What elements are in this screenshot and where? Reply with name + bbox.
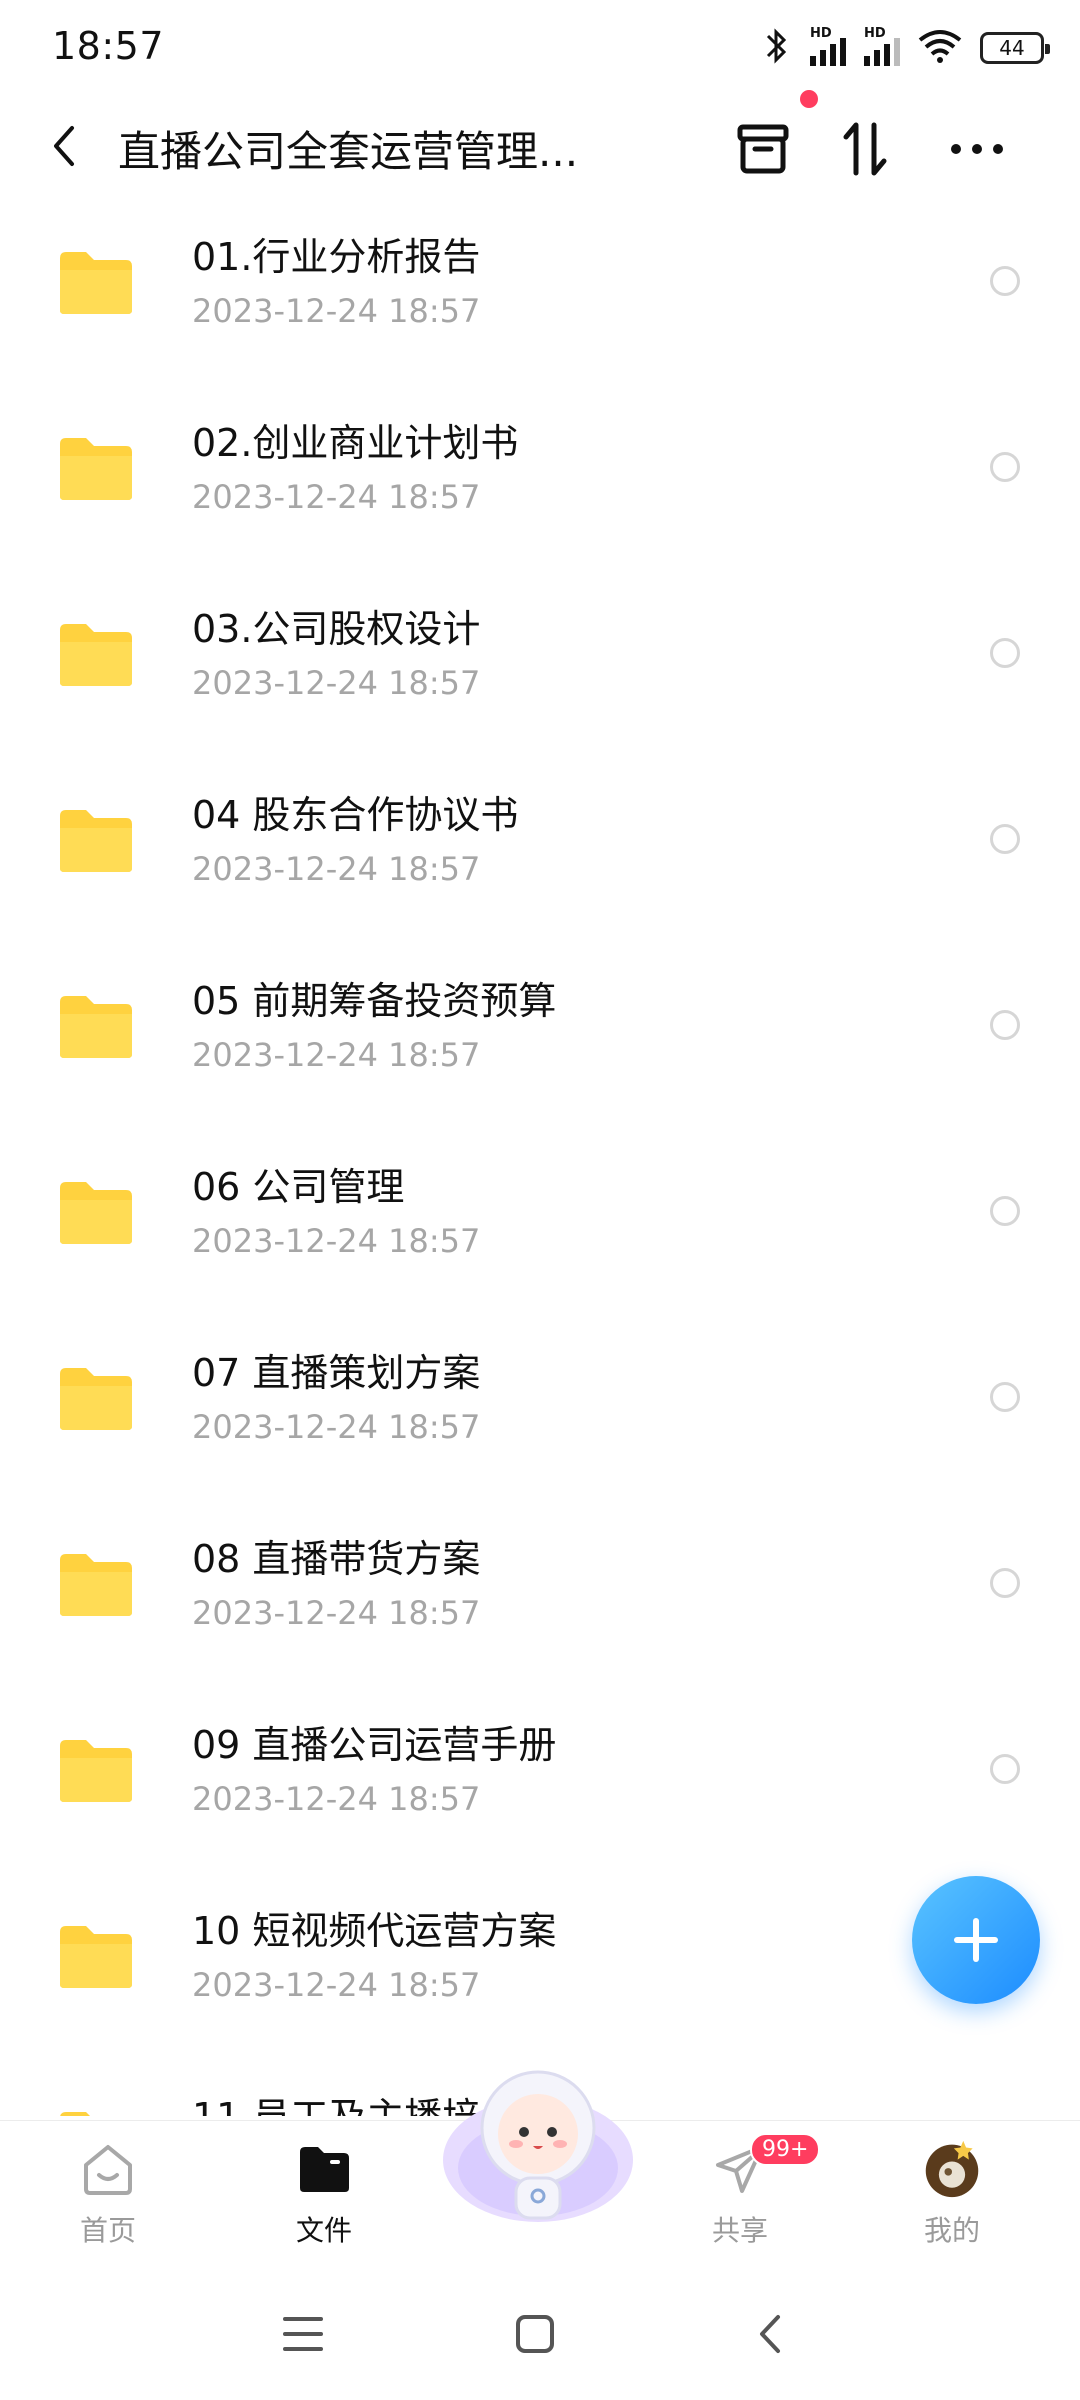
file-name: 03.公司股权设计: [192, 607, 481, 651]
list-item[interactable]: 03.公司股权设计 2023-12-24 18:57: [0, 568, 1080, 754]
sort-icon: [843, 122, 887, 176]
file-date: 2023-12-24 18:57: [192, 292, 481, 330]
wifi-icon: [918, 28, 962, 68]
file-date: 2023-12-24 18:57: [192, 850, 481, 888]
file-date: 2023-12-24 18:57: [192, 1036, 481, 1074]
file-date: 2023-12-24 18:57: [192, 478, 481, 516]
list-item[interactable]: 02.创业商业计划书 2023-12-24 18:57: [0, 382, 1080, 568]
notification-badge: 99+: [750, 2133, 821, 2166]
list-item[interactable]: 04 股东合作协议书 2023-12-24 18:57: [0, 754, 1080, 940]
chevron-left-icon: [760, 2315, 780, 2353]
nav-home-label: 首页: [79, 2214, 136, 2247]
select-checkbox[interactable]: [990, 638, 1020, 668]
hd-label-2: HD: [864, 26, 886, 41]
select-checkbox[interactable]: [990, 824, 1020, 854]
file-date: 2023-12-24 18:57: [192, 1222, 481, 1260]
more-horizontal-icon: [951, 144, 1003, 154]
back-button[interactable]: [36, 118, 92, 174]
bluetooth-icon: [762, 26, 792, 70]
folder-icon: [60, 810, 132, 872]
select-checkbox[interactable]: [990, 1010, 1020, 1040]
plus-icon: [954, 1918, 998, 1962]
nav-share[interactable]: 99+ 共享: [660, 2121, 821, 2271]
more-button[interactable]: [942, 114, 1012, 184]
menu-button[interactable]: [268, 2304, 338, 2364]
folder-icon: [60, 624, 132, 686]
list-item[interactable]: 09 直播公司运营手册 2023-12-24 18:57: [0, 1684, 1080, 1870]
list-item[interactable]: 06 公司管理 2023-12-24 18:57: [0, 1126, 1080, 1312]
back-system-button[interactable]: [734, 2304, 804, 2364]
nav-home[interactable]: 首页: [28, 2121, 188, 2271]
header-bar: 直播公司全套运营管理...: [0, 96, 1080, 196]
select-checkbox[interactable]: [990, 1568, 1020, 1598]
select-checkbox[interactable]: [990, 266, 1020, 296]
hd-label-1: HD: [810, 26, 832, 41]
folder-icon: [60, 2112, 90, 2116]
file-name: 07 直播策划方案: [192, 1351, 481, 1395]
file-name: 09 直播公司运营手册: [192, 1723, 557, 1767]
folder-icon: [60, 1182, 132, 1244]
file-date: 2023-12-24 18:57: [192, 1594, 481, 1632]
file-date: 2023-12-24 18:57: [192, 1966, 481, 2004]
list-item[interactable]: 07 直播策划方案 2023-12-24 18:57: [0, 1312, 1080, 1498]
list-item[interactable]: 05 前期筹备投资预算 2023-12-24 18:57: [0, 940, 1080, 1126]
transfer-box-button[interactable]: [728, 114, 798, 184]
file-list: 01.行业分析报告 2023-12-24 18:57 02.创业商业计划书 20…: [0, 196, 1080, 2116]
file-name: 04 股东合作协议书: [192, 793, 519, 837]
status-bar: 18:57 HD HD 44: [0, 0, 1080, 96]
nav-mine[interactable]: 我的: [872, 2121, 1032, 2271]
notification-dot: [800, 90, 818, 108]
home-system-button[interactable]: [500, 2304, 570, 2364]
status-icons: HD HD 44: [762, 24, 1050, 72]
file-name: 01.行业分析报告: [192, 235, 481, 279]
select-checkbox[interactable]: [990, 1196, 1020, 1226]
status-time: 18:57: [52, 24, 165, 68]
nav-files[interactable]: 文件: [244, 2121, 404, 2271]
file-date: 2023-12-24 18:57: [192, 1408, 481, 1446]
menu-icon: [283, 2317, 323, 2351]
page-title: 直播公司全套运营管理...: [118, 127, 579, 176]
list-item[interactable]: 08 直播带货方案 2023-12-24 18:57: [0, 1498, 1080, 1684]
chevron-left-icon: [54, 126, 74, 166]
file-date: 2023-12-24 18:57: [192, 664, 481, 702]
file-name: 08 直播带货方案: [192, 1537, 481, 1581]
file-name: 02.创业商业计划书: [192, 421, 519, 465]
archive-box-icon: [737, 124, 789, 174]
signal-icon-1: HD: [810, 26, 846, 66]
list-item[interactable]: 01.行业分析报告 2023-12-24 18:57: [0, 196, 1080, 382]
select-checkbox[interactable]: [990, 1754, 1020, 1784]
avatar: [922, 2139, 982, 2199]
nav-share-label: 共享: [711, 2214, 768, 2247]
system-nav-bar: [0, 2270, 1080, 2400]
sort-button[interactable]: [830, 114, 900, 184]
add-button[interactable]: [912, 1876, 1040, 2004]
select-checkbox[interactable]: [990, 1382, 1020, 1412]
folder-icon: [60, 252, 132, 314]
square-icon: [516, 2315, 554, 2353]
folder-icon: [60, 1554, 132, 1616]
folder-icon: [60, 1368, 132, 1430]
folder-icon: [60, 438, 132, 500]
nav-files-label: 文件: [295, 2214, 352, 2247]
file-name: 10 短视频代运营方案: [192, 1909, 557, 1953]
file-date: 2023-12-24 18:57: [192, 1780, 481, 1818]
paper-plane-icon: 99+: [710, 2133, 821, 2199]
folder-icon: [294, 2139, 354, 2199]
mascot-button[interactable]: [438, 2050, 638, 2240]
battery-icon: 44: [980, 32, 1050, 64]
folder-icon: [60, 1740, 132, 1802]
file-name: 05 前期筹备投资预算: [192, 979, 557, 1023]
battery-level: 44: [999, 36, 1025, 60]
folder-icon: [60, 996, 132, 1058]
file-name: 06 公司管理: [192, 1165, 405, 1209]
signal-icon-2: HD: [864, 26, 900, 66]
home-icon: [78, 2139, 138, 2199]
select-checkbox[interactable]: [990, 452, 1020, 482]
nav-mine-label: 我的: [923, 2214, 980, 2247]
folder-icon: [60, 1926, 132, 1988]
